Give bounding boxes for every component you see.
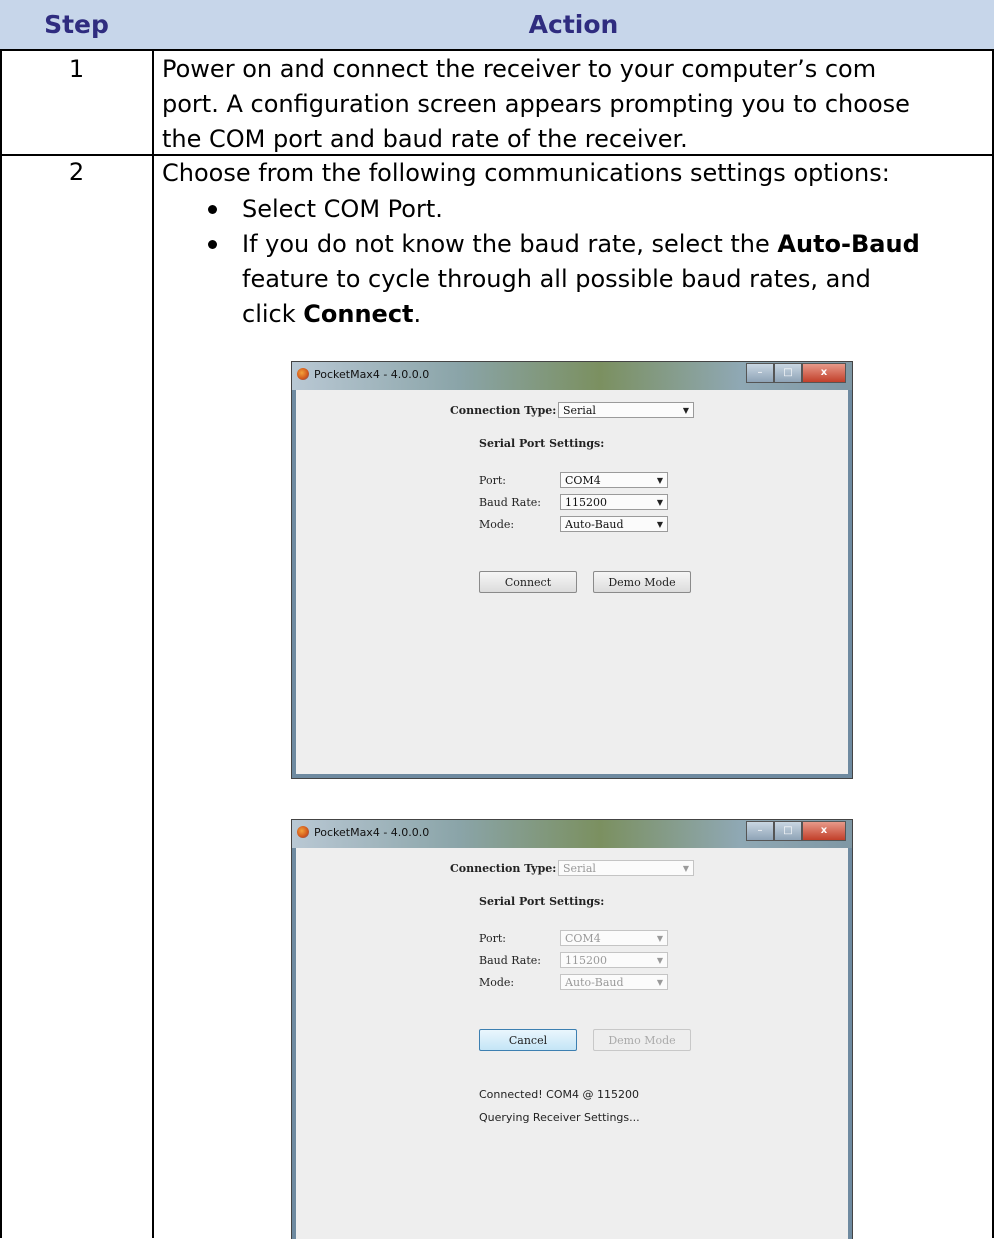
status-querying: Querying Receiver Settings...	[479, 1111, 640, 1124]
bullet-item: Select COM Port.	[208, 192, 993, 227]
chevron-down-icon: ▼	[656, 520, 663, 529]
close-button[interactable]: x	[802, 821, 846, 841]
step-1-line: port. A configuration screen appears pro…	[162, 90, 910, 118]
bullet-text: If you do not know the baud rate, select…	[242, 230, 778, 258]
connection-type-value: Serial	[563, 862, 596, 875]
baud-rate-value: 115200	[565, 496, 607, 509]
mode-value: Auto-Baud	[565, 976, 624, 989]
window-titlebar: PocketMax4 - 4.0.0.0 – □ x	[292, 362, 852, 390]
step-2-intro: Choose from the following communications…	[162, 159, 890, 187]
mode-select[interactable]: Auto-Baud ▼	[560, 516, 668, 532]
connect-emphasis: Connect	[303, 300, 414, 328]
table-header-row: Step Action	[0, 0, 994, 50]
auto-baud-emphasis: Auto-Baud	[777, 230, 920, 258]
serial-port-settings-label: Serial Port Settings:	[479, 895, 605, 908]
connection-type-value: Serial	[563, 404, 596, 417]
baud-rate-select[interactable]: 115200 ▼	[560, 952, 668, 968]
step-number-1: 1	[68, 55, 85, 83]
window-frame	[848, 390, 852, 778]
bullet-dot	[208, 240, 217, 249]
bullet-dot	[208, 205, 217, 214]
chevron-down-icon: ▼	[656, 978, 663, 987]
connection-type-label: Connection Type:	[450, 404, 557, 417]
window-title: PocketMax4 - 4.0.0.0	[314, 826, 430, 839]
chevron-down-icon: ▼	[682, 406, 689, 415]
table-left-border	[0, 50, 2, 1238]
step-2-bullets: Select COM Port. If you do not know the …	[208, 192, 993, 332]
window-client-area: Connection Type: Serial ▼ Serial Port Se…	[296, 390, 848, 774]
mode-value: Auto-Baud	[565, 518, 624, 531]
column-divider	[152, 50, 154, 1238]
port-value: COM4	[565, 474, 601, 487]
screenshot-window-connected: PocketMax4 - 4.0.0.0 – □ x Connection Ty…	[291, 819, 853, 1239]
serial-port-settings-label: Serial Port Settings:	[479, 437, 605, 450]
minimize-button[interactable]: –	[746, 363, 774, 383]
step-1-line: Power on and connect the receiver to you…	[162, 55, 877, 83]
mode-label: Mode:	[479, 976, 515, 989]
bullet-item: If you do not know the baud rate, select…	[208, 227, 993, 332]
step-1-text: Power on and connect the receiver to you…	[162, 52, 988, 157]
baud-rate-label: Baud Rate:	[479, 496, 541, 509]
steps-table: Step Action 1 Power on and connect the r…	[0, 0, 994, 1239]
window-client-area: Connection Type: Serial ▼ Serial Port Se…	[296, 848, 848, 1239]
chevron-down-icon: ▼	[656, 934, 663, 943]
header-divider	[0, 49, 994, 51]
connection-type-select[interactable]: Serial ▼	[558, 860, 694, 876]
header-action: Action	[528, 10, 619, 39]
maximize-button[interactable]: □	[774, 821, 802, 841]
pocketmax-app-icon	[297, 826, 309, 838]
status-connected: Connected! COM4 @ 115200	[479, 1088, 639, 1101]
header-step: Step	[44, 10, 109, 39]
mode-select[interactable]: Auto-Baud ▼	[560, 974, 668, 990]
window-titlebar: PocketMax4 - 4.0.0.0 – □ x	[292, 820, 852, 848]
mode-label: Mode:	[479, 518, 515, 531]
baud-rate-select[interactable]: 115200 ▼	[560, 494, 668, 510]
window-controls: – □ x	[746, 821, 846, 841]
baud-rate-label: Baud Rate:	[479, 954, 541, 967]
bullet-text: Select COM Port.	[242, 195, 443, 223]
connection-type-select[interactable]: Serial ▼	[558, 402, 694, 418]
window-frame	[292, 774, 852, 778]
demo-mode-button[interactable]: Demo Mode	[593, 571, 691, 593]
cancel-button[interactable]: Cancel	[479, 1029, 577, 1051]
port-select[interactable]: COM4 ▼	[560, 472, 668, 488]
chevron-down-icon: ▼	[656, 956, 663, 965]
baud-rate-value: 115200	[565, 954, 607, 967]
minimize-button[interactable]: –	[746, 821, 774, 841]
bullet-period: .	[413, 300, 422, 328]
port-value: COM4	[565, 932, 601, 945]
bullet-text: click	[242, 300, 304, 328]
port-select[interactable]: COM4 ▼	[560, 930, 668, 946]
port-label: Port:	[479, 932, 506, 945]
connection-type-label: Connection Type:	[450, 862, 557, 875]
step-number-2: 2	[68, 158, 85, 186]
bullet-text: feature to cycle through all possible ba…	[242, 265, 871, 293]
close-button[interactable]: x	[802, 363, 846, 383]
pocketmax-app-icon	[297, 368, 309, 380]
port-label: Port:	[479, 474, 506, 487]
window-frame	[848, 848, 852, 1239]
maximize-button[interactable]: □	[774, 363, 802, 383]
step-1-line: the COM port and baud rate of the receiv…	[162, 125, 688, 153]
connect-button[interactable]: Connect	[479, 571, 577, 593]
chevron-down-icon: ▼	[656, 498, 663, 507]
chevron-down-icon: ▼	[682, 864, 689, 873]
chevron-down-icon: ▼	[656, 476, 663, 485]
window-title: PocketMax4 - 4.0.0.0	[314, 368, 430, 381]
screenshot-window-config: PocketMax4 - 4.0.0.0 – □ x Connection Ty…	[291, 361, 853, 779]
window-controls: – □ x	[746, 363, 846, 383]
demo-mode-button[interactable]: Demo Mode	[593, 1029, 691, 1051]
